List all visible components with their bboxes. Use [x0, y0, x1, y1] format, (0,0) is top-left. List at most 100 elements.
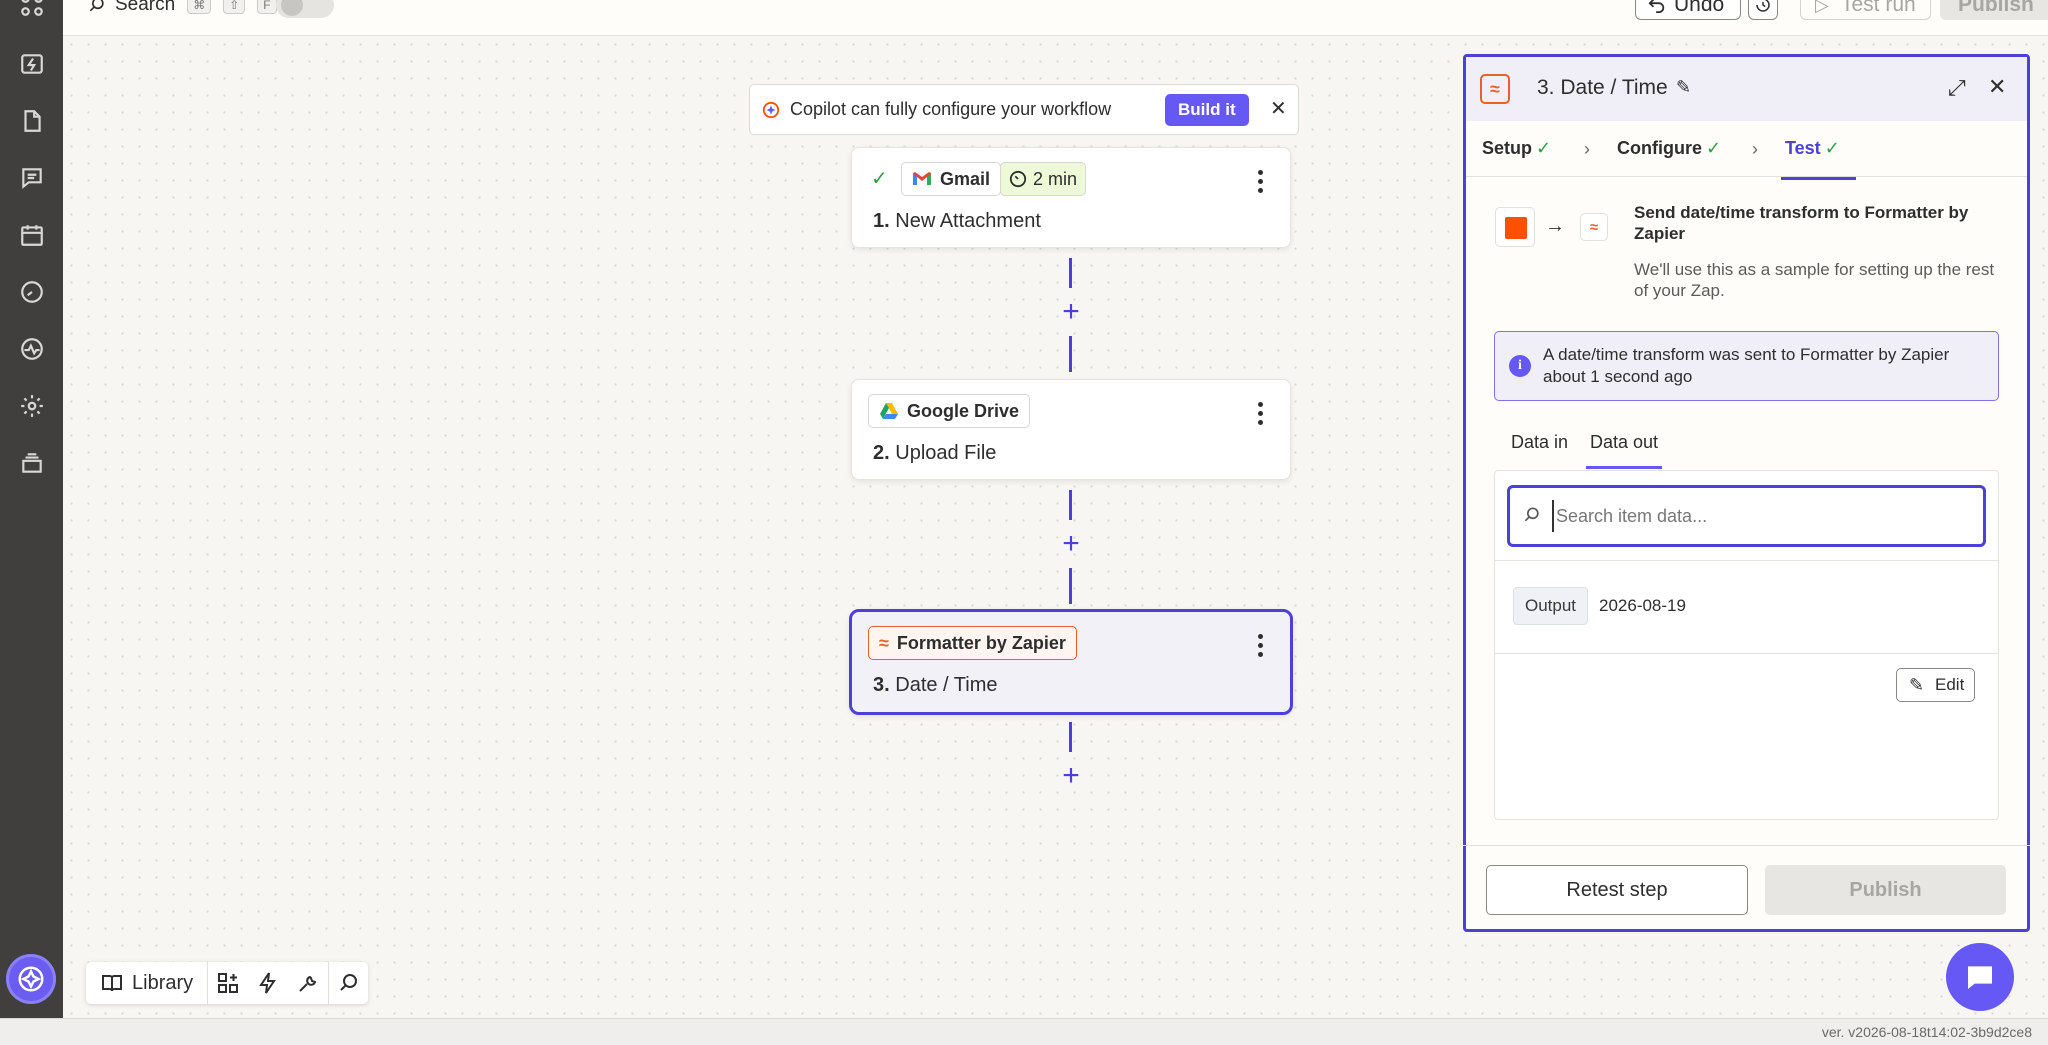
add-apps-icon[interactable]	[208, 962, 248, 1004]
left-rail	[0, 0, 63, 1018]
step-card-google-drive[interactable]: Google Drive 2. Upload File	[851, 379, 1291, 480]
chevron-right-icon: ›	[1584, 139, 1590, 159]
ai-assistant-icon[interactable]	[6, 954, 56, 1004]
copilot-text: Copilot can fully configure your workflo…	[790, 99, 1112, 119]
bottom-toolbar: Library	[86, 962, 369, 1004]
undo-label: Undo	[1674, 0, 1725, 16]
top-bar: Search ⌘ ⇧ F Undo Test run Publish	[63, 0, 2048, 36]
add-step-icon[interactable]: +	[1059, 529, 1083, 559]
arrow-right-icon: →	[1545, 215, 1565, 237]
copilot-icon	[762, 101, 780, 118]
connector-line	[1069, 336, 1072, 372]
edit-button[interactable]: Edit	[1896, 668, 1976, 702]
apps-grid-icon[interactable]	[15, 0, 49, 22]
wrench-icon[interactable]	[288, 962, 328, 1004]
search-icon	[89, 0, 104, 12]
search-label: Search	[115, 0, 176, 15]
divider	[1495, 560, 1998, 561]
step-title: 2. Upload File	[873, 442, 997, 464]
formatter-icon: ≈	[1580, 213, 1608, 241]
chat-bubble-icon[interactable]	[15, 161, 49, 195]
more-options-icon[interactable]	[1258, 402, 1264, 428]
formatter-icon: ≈	[879, 632, 889, 653]
library-button[interactable]: Library	[86, 962, 209, 1004]
library-label: Library	[132, 971, 194, 994]
search-icon	[1524, 507, 1539, 522]
layers-icon[interactable]	[15, 446, 49, 480]
more-options-icon[interactable]	[1258, 170, 1264, 196]
panel-tabs: Setup ✓ › Configure ✓ › Test ✓	[1466, 121, 2027, 180]
check-icon: ✓	[1536, 138, 1552, 158]
connector-line	[1069, 258, 1072, 288]
tab-configure[interactable]: Configure ✓	[1617, 138, 1721, 159]
formatter-icon: ≈	[1480, 74, 1510, 104]
app-badge: ≈ Formatter by Zapier	[868, 626, 1077, 660]
zaps-icon[interactable]	[15, 47, 49, 81]
connector-line	[1069, 490, 1072, 520]
search-icon[interactable]	[328, 962, 368, 1004]
more-options-icon[interactable]	[1258, 634, 1264, 660]
gear-icon[interactable]	[15, 389, 49, 423]
retest-step-button[interactable]: Retest step	[1486, 865, 1748, 915]
zapier-icon	[1495, 207, 1535, 247]
undo-icon	[1648, 0, 1665, 13]
copilot-banner: Copilot can fully configure your workflo…	[749, 84, 1299, 135]
test-run-label: Test run	[1841, 0, 1916, 16]
build-it-button[interactable]: Build it	[1165, 94, 1249, 126]
output-key-label: Output	[1513, 587, 1589, 625]
step-card-formatter[interactable]: ≈ Formatter by Zapier 3. Date / Time	[849, 609, 1293, 715]
lightning-icon[interactable]	[248, 962, 288, 1004]
panel-header: ≈ 3. Date / Time ✎ ⤢ ✕	[1466, 57, 2027, 121]
search-input[interactable]	[1552, 500, 1972, 532]
tab-test[interactable]: Test ✓	[1781, 138, 1856, 180]
close-icon[interactable]: ✕	[1988, 74, 2006, 100]
app-name: Formatter by Zapier	[896, 632, 1066, 653]
google-drive-icon	[880, 403, 898, 419]
close-icon[interactable]: ✕	[1270, 96, 1287, 121]
tab-data-out[interactable]: Data out	[1585, 432, 1663, 469]
publish-button[interactable]: Publish	[1765, 865, 2006, 915]
app-badge: Gmail	[901, 162, 1002, 196]
search-button[interactable]: Search ⌘ ⇧ F	[87, 0, 277, 16]
step-card-gmail[interactable]: ✓ Gmail 2 min 1. New Attachment	[851, 147, 1291, 248]
status-bar: ver. v2026-08-18t14:02-3b9d2ce8	[0, 1018, 2048, 1045]
clock-icon[interactable]	[15, 275, 49, 309]
check-icon: ✓	[1824, 138, 1840, 158]
check-icon: ✓	[1706, 138, 1722, 158]
output-value: 2026-08-19	[1599, 596, 1686, 615]
shortcut-key: ⌘	[187, 0, 212, 14]
chevron-right-icon: ›	[1752, 139, 1758, 159]
step-title: 3. Date / Time	[873, 674, 998, 696]
activity-icon[interactable]	[15, 332, 49, 366]
connector-line	[1069, 722, 1072, 752]
history-icon	[1756, 0, 1770, 12]
publish-top-label: Publish	[1958, 0, 2034, 16]
panel-title: 3. Date / Time	[1537, 76, 1668, 99]
send-title: Send date/time transform to Formatter by…	[1634, 203, 1969, 243]
divider	[1495, 653, 1998, 654]
app-badge: Google Drive	[868, 394, 1031, 428]
undo-button[interactable]: Undo	[1635, 0, 1742, 20]
shortcut-key: F	[257, 0, 277, 14]
chat-icon	[1968, 966, 1992, 989]
history-button[interactable]	[1748, 0, 1778, 20]
add-step-icon[interactable]: +	[1059, 297, 1083, 327]
tab-data-in[interactable]: Data in	[1511, 432, 1568, 453]
shortcut-key: ⇧	[223, 0, 246, 14]
file-icon[interactable]	[15, 104, 49, 138]
add-step-icon[interactable]: +	[1059, 761, 1083, 791]
tab-setup[interactable]: Setup ✓	[1482, 138, 1551, 159]
chat-support-button[interactable]	[1946, 943, 2014, 1011]
search-field[interactable]	[1507, 485, 1986, 547]
version-label: ver. v2026-08-18t14:02-3b9d2ce8	[1821, 1024, 2032, 1040]
zap-toggle[interactable]	[276, 0, 334, 18]
info-text: A date/time transform was sent to Format…	[1543, 345, 1950, 386]
test-run-button[interactable]: Test run	[1800, 0, 1931, 20]
publish-top-button[interactable]: Publish	[1940, 0, 2048, 20]
expand-icon[interactable]: ⤢	[1948, 75, 1966, 101]
info-banner: i A date/time transform was sent to Form…	[1494, 331, 1999, 401]
gmail-icon	[913, 172, 931, 185]
calendar-icon[interactable]	[15, 218, 49, 252]
data-out-box: Output 2026-08-19 Edit	[1494, 470, 1999, 820]
edit-title-icon[interactable]: ✎	[1676, 77, 1691, 98]
